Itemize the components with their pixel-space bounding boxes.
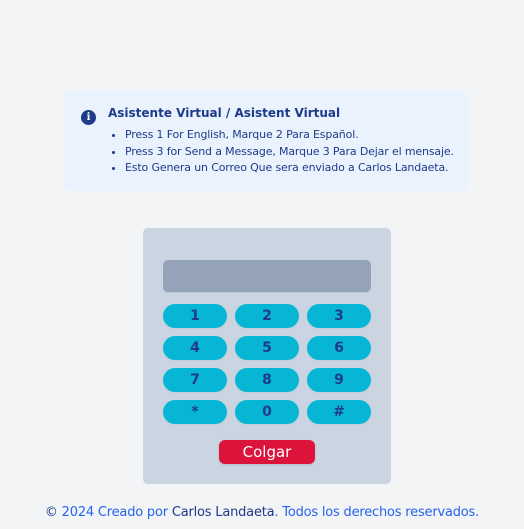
key-star[interactable]: * <box>163 400 227 424</box>
alert-title: Asistente Virtual / Asistent Virtual <box>108 106 341 120</box>
key-4[interactable]: 4 <box>163 336 227 360</box>
key-7[interactable]: 7 <box>163 368 227 392</box>
footer: © 2024 Creado por Carlos Landaeta. Todos… <box>0 505 524 520</box>
dialer-panel: 1 2 3 4 5 6 7 8 9 * 0 # Colgar <box>143 228 391 484</box>
alert-item: Esto Genera un Correo Que sera enviado a… <box>125 160 454 177</box>
alert-list: Press 1 For English, Marque 2 Para Españ… <box>108 127 454 177</box>
copyright-symbol: © <box>44 505 58 520</box>
alert-item: Press 3 for Send a Message, Marque 3 Par… <box>125 144 454 161</box>
info-circle-icon: i <box>81 110 96 125</box>
footer-rights-text: . Todos los derechos reservados. <box>274 505 480 520</box>
key-3[interactable]: 3 <box>307 304 371 328</box>
key-6[interactable]: 6 <box>307 336 371 360</box>
footer-author-link[interactable]: Carlos Landaeta <box>172 505 275 520</box>
alert-item: Press 1 For English, Marque 2 Para Españ… <box>125 127 454 144</box>
hangup-button[interactable]: Colgar <box>219 440 315 464</box>
key-9[interactable]: 9 <box>307 368 371 392</box>
footer-year-text: 2024 Creado por <box>61 505 168 520</box>
key-hash[interactable]: # <box>307 400 371 424</box>
key-8[interactable]: 8 <box>235 368 299 392</box>
key-0[interactable]: 0 <box>235 400 299 424</box>
dialer-display <box>163 260 371 292</box>
key-5[interactable]: 5 <box>235 336 299 360</box>
info-alert: i Asistente Virtual / Asistent Virtual P… <box>64 90 469 191</box>
page: i Asistente Virtual / Asistent Virtual P… <box>0 0 524 529</box>
key-2[interactable]: 2 <box>235 304 299 328</box>
key-1[interactable]: 1 <box>163 304 227 328</box>
